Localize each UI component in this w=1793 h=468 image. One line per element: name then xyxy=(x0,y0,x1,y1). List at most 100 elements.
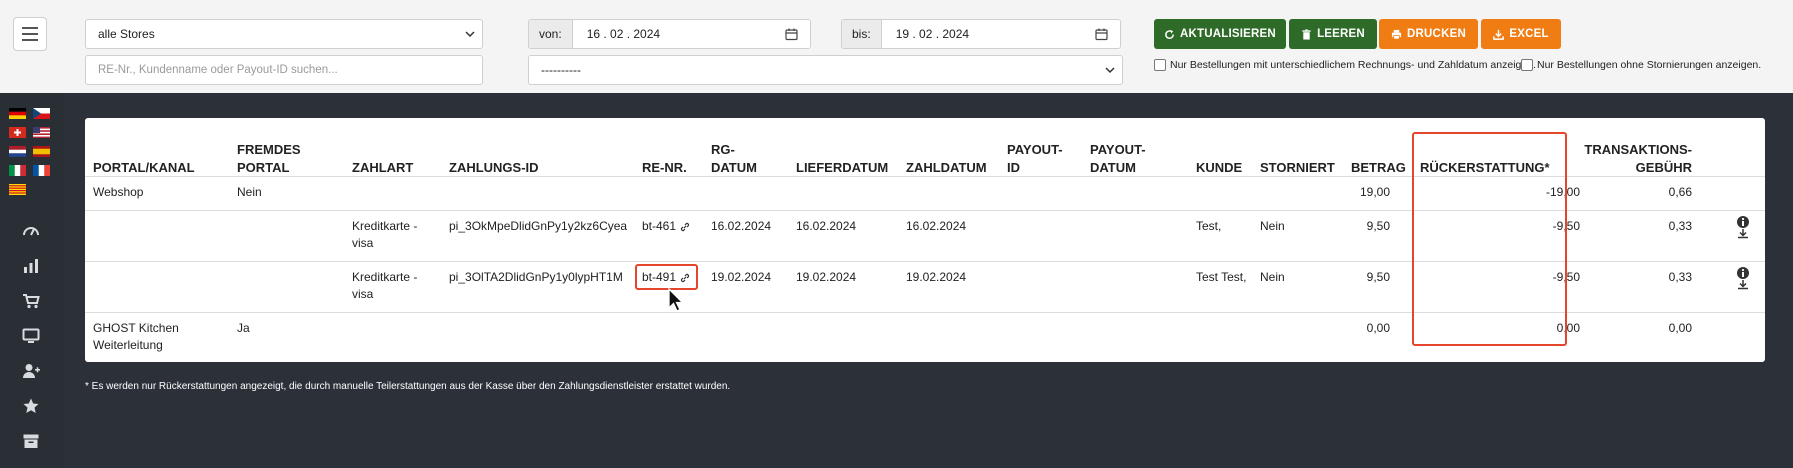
col-header-fremdes-portal-line2: PORTAL xyxy=(237,160,290,175)
checkbox-box[interactable] xyxy=(1154,59,1166,71)
col-header-payout-datum-line2: DATUM xyxy=(1090,160,1136,175)
col-header-payout-id[interactable]: PAYOUT- ID xyxy=(1007,127,1063,187)
star-icon[interactable] xyxy=(22,397,40,415)
rueckerstattung-column-highlight xyxy=(1412,132,1567,346)
info-icon[interactable] xyxy=(1735,215,1751,239)
col-header-payout-id-line1: PAYOUT- xyxy=(1007,142,1063,157)
col-header-transaktionsgebuehr-line2: GEBÜHR xyxy=(1635,160,1692,175)
flag-de-icon[interactable] xyxy=(9,108,26,119)
search-input[interactable]: RE-Nr., Kundenname oder Payout-ID suchen… xyxy=(85,55,483,85)
col-header-zahldatum[interactable]: ZAHLDATUM xyxy=(906,127,987,187)
col-header-fremdes-portal-line1: FREMDES xyxy=(237,142,301,157)
cell-zahlart: Kreditkarte - visa xyxy=(352,269,417,303)
secondary-select-value: ---------- xyxy=(541,63,581,77)
mouse-cursor-icon xyxy=(668,288,685,312)
store-select[interactable]: alle Stores xyxy=(85,19,483,49)
printer-icon xyxy=(1391,29,1402,39)
cell-zahlart-line2: visa xyxy=(352,236,374,250)
col-header-lieferdatum[interactable]: LIEFERDATUM xyxy=(796,127,888,187)
col-header-re-nr-label: RE-NR. xyxy=(642,160,687,175)
bar-chart-icon[interactable] xyxy=(22,257,40,275)
calendar-icon[interactable] xyxy=(1095,28,1108,41)
col-header-zahldatum-label: ZAHLDATUM xyxy=(906,160,987,175)
cell-lieferdatum: 16.02.2024 xyxy=(796,219,857,233)
flag-cz-icon[interactable] xyxy=(33,108,50,119)
col-header-fremdes-portal[interactable]: FREMDES PORTAL xyxy=(237,127,301,187)
col-header-payout-datum-line1: PAYOUT- xyxy=(1090,142,1146,157)
cell-re-nr: bt-461 xyxy=(642,219,677,233)
cell-fremdes-portal: Ja xyxy=(237,321,250,335)
excel-button[interactable]: EXCEL xyxy=(1481,19,1561,49)
checkbox-no-cancellations[interactable]: Nur Bestellungen ohne Stornierungen anze… xyxy=(1521,59,1761,71)
cell-zahlungs-id: pi_3OkMpeDlidGnPy1y2kz6Cyea xyxy=(449,219,628,233)
sidebar xyxy=(0,93,64,468)
link-icon xyxy=(680,222,690,231)
col-header-transaktionsgebuehr[interactable]: TRANSAKTIONS- GEBÜHR xyxy=(1584,127,1692,187)
cell-portal-line2: Weiterleitung xyxy=(93,338,163,352)
archive-icon[interactable] xyxy=(22,432,40,450)
col-header-storniert[interactable]: STORNIERT xyxy=(1260,127,1335,187)
col-header-payout-datum[interactable]: PAYOUT- DATUM xyxy=(1090,127,1146,187)
cell-betrag: 9,50 xyxy=(1366,219,1390,233)
to-label: bis: xyxy=(842,20,882,48)
hamburger-menu-button[interactable] xyxy=(13,17,47,51)
flag-ch-icon[interactable] xyxy=(9,127,26,138)
top-toolbar: alle Stores RE-Nr., Kundenname oder Payo… xyxy=(0,0,1793,93)
cell-rg-datum: 19.02.2024 xyxy=(711,270,772,284)
col-header-zahlart[interactable]: ZAHLART xyxy=(352,127,413,187)
transactions-table: PORTAL/KANAL FREMDES PORTAL ZAHLART ZAHLU… xyxy=(85,118,1765,362)
col-header-payout-id-line2: ID xyxy=(1007,160,1020,175)
add-user-icon[interactable] xyxy=(22,362,40,380)
flag-fr-icon[interactable] xyxy=(33,165,50,176)
checkbox-different-dates-label: Nur Bestellungen mit unterschiedlichem R… xyxy=(1170,59,1536,71)
speedometer-icon[interactable] xyxy=(22,222,40,240)
calendar-icon[interactable] xyxy=(785,28,798,41)
cell-rg-datum: 16.02.2024 xyxy=(711,219,772,233)
flag-es-icon[interactable] xyxy=(33,146,50,157)
cell-storniert: Nein xyxy=(1260,270,1285,284)
col-header-zahlungs-id[interactable]: ZAHLUNGS-ID xyxy=(449,127,539,187)
checkbox-box[interactable] xyxy=(1521,59,1533,71)
col-header-storniert-label: STORNIERT xyxy=(1260,160,1335,175)
flag-nl-icon[interactable] xyxy=(9,146,26,157)
cell-re-nr-link[interactable]: bt-461 xyxy=(642,218,690,235)
col-header-rg-datum-line1: RG- xyxy=(711,142,735,157)
secondary-select[interactable]: ---------- xyxy=(528,55,1123,85)
cell-fremdes-portal: Nein xyxy=(237,185,262,199)
flag-us-icon[interactable] xyxy=(33,127,50,138)
cell-zahldatum: 16.02.2024 xyxy=(906,219,967,233)
col-header-kunde-label: KUNDE xyxy=(1196,160,1243,175)
cell-transaktionsgebuehr: 0,00 xyxy=(1668,321,1692,335)
clear-label: LEEREN xyxy=(1317,28,1365,40)
col-header-rg-datum-line2: DATUM xyxy=(711,160,757,175)
cell-zahldatum: 19.02.2024 xyxy=(906,270,967,284)
download-icon xyxy=(1493,29,1505,40)
store-select-value: alle Stores xyxy=(98,27,155,41)
flag-catalonia-icon[interactable] xyxy=(9,184,26,195)
cell-zahlart-line2: visa xyxy=(352,287,374,301)
cell-kunde: Test Test, xyxy=(1196,270,1247,284)
refresh-button[interactable]: AKTUALISIEREN xyxy=(1154,19,1286,49)
cell-zahlart: Kreditkarte - visa xyxy=(352,218,417,252)
col-header-rg-datum[interactable]: RG- DATUM xyxy=(711,127,757,187)
clear-button[interactable]: LEEREN xyxy=(1289,19,1377,49)
col-header-re-nr[interactable]: RE-NR. xyxy=(642,127,687,187)
print-button[interactable]: DRUCKEN xyxy=(1379,19,1478,49)
col-header-portal[interactable]: PORTAL/KANAL xyxy=(93,127,195,187)
flag-it-icon[interactable] xyxy=(9,165,26,176)
cell-transaktionsgebuehr: 0,33 xyxy=(1668,219,1692,233)
checkbox-different-dates[interactable]: Nur Bestellungen mit unterschiedlichem R… xyxy=(1154,59,1536,71)
col-header-kunde[interactable]: KUNDE xyxy=(1196,127,1242,187)
monitor-icon[interactable] xyxy=(22,327,40,345)
from-date-field[interactable]: von: 16 . 02 . 2024 xyxy=(528,19,811,49)
cart-icon[interactable] xyxy=(22,292,40,310)
from-label: von: xyxy=(529,20,573,48)
cell-betrag: 0,00 xyxy=(1366,321,1390,335)
cell-zahlart-line1: Kreditkarte - xyxy=(352,219,418,233)
to-date-field[interactable]: bis: 19 . 02 . 2024 xyxy=(841,19,1121,49)
cell-zahlungs-id: pi_3OlTA2DlidGnPy1y0lypHT1M xyxy=(449,270,623,284)
from-date-value: 16 . 02 . 2024 xyxy=(586,27,661,41)
info-icon[interactable] xyxy=(1735,266,1751,290)
cell-transaktionsgebuehr: 0,33 xyxy=(1668,270,1692,284)
col-header-betrag[interactable]: BETRAG xyxy=(1351,127,1406,187)
